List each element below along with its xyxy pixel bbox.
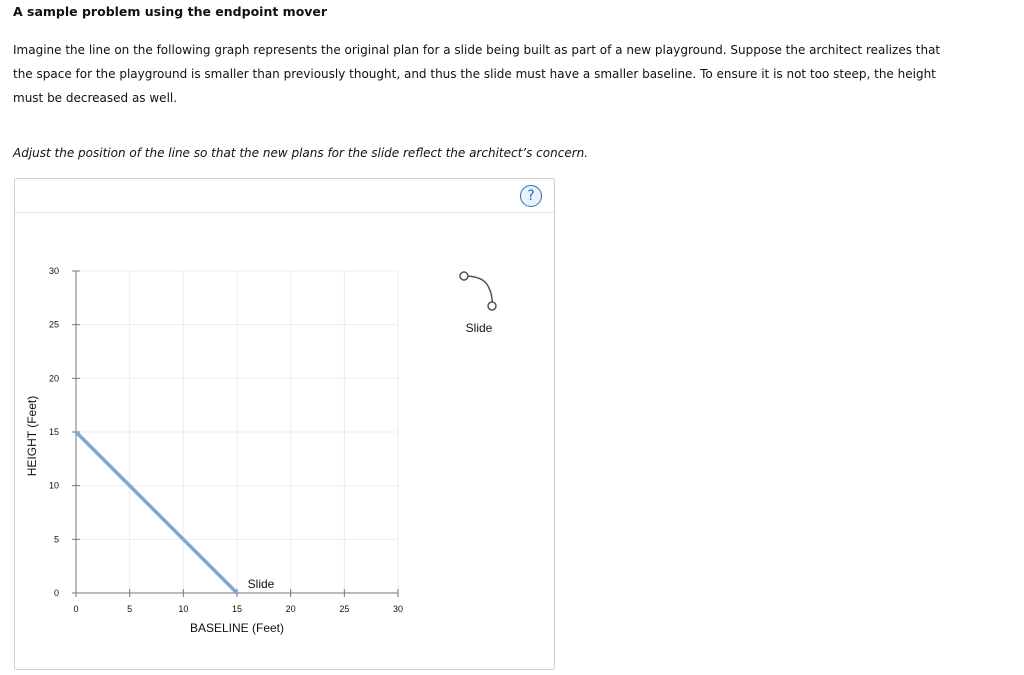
x-axis-title: BASELINE (Feet) xyxy=(190,621,284,635)
palette-endpoint-start xyxy=(459,271,469,281)
palette-endpoint-end xyxy=(487,301,497,311)
y-tick-label: 5 xyxy=(54,534,59,544)
slide-line-label: Slide xyxy=(248,577,275,591)
problem-instruction: Adjust the position of the line so that … xyxy=(13,146,589,160)
y-tick-label: 30 xyxy=(49,266,59,276)
graph-canvas[interactable]: 0 5 10 15 20 25 30 0 5 10 15 20 25 30 BASELINE (Feet)… xyxy=(15,179,554,669)
slide-line[interactable] xyxy=(74,430,239,595)
y-tick-label: 20 xyxy=(49,373,59,383)
x-tick-label: 25 xyxy=(339,604,349,614)
x-tick-label: 15 xyxy=(232,604,242,614)
palette-line xyxy=(463,275,493,306)
x-tick-label: 5 xyxy=(127,604,132,614)
x-tick-label: 20 xyxy=(286,604,296,614)
problem-description: Imagine the line on the following graph … xyxy=(13,43,941,105)
y-tick-label: 0 xyxy=(54,588,59,598)
x-tick-label: 30 xyxy=(393,604,403,614)
x-tick-label: 0 xyxy=(73,604,78,614)
y-axis-title: HEIGHT (Feet) xyxy=(25,396,39,476)
x-tick-label: 10 xyxy=(178,604,188,614)
y-tick-label: 10 xyxy=(49,481,59,491)
endpoint-mover-line-icon[interactable] xyxy=(459,271,497,311)
y-tick-label: 25 xyxy=(49,320,59,330)
y-tick-label: 15 xyxy=(49,427,59,437)
problem-heading: A sample problem using the endpoint move… xyxy=(13,4,328,19)
palette-label: Slide xyxy=(466,321,493,335)
graph-panel: ? 0 5 10 15 20 25 30 0 5 10 15 20 25 30 BASELINE (Fee… xyxy=(14,178,555,670)
